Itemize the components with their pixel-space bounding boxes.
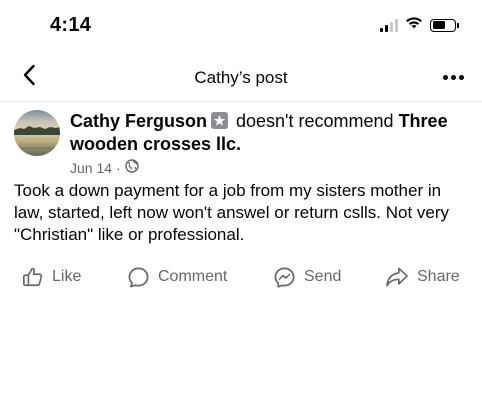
share-button[interactable]: Share: [385, 260, 460, 294]
globe-icon: [125, 159, 139, 176]
status-bar: 4:14: [0, 0, 482, 50]
star-badge-icon: [211, 112, 229, 129]
page-title: Cathy’s post: [194, 68, 288, 87]
speech-bubble-icon: [127, 266, 150, 289]
like-label: Like: [52, 268, 82, 285]
share-arrow-icon: [385, 266, 409, 288]
comment-label: Comment: [158, 268, 228, 285]
status-time: 4:14: [50, 14, 92, 36]
battery-icon: [430, 18, 459, 32]
meta-separator: ·: [116, 159, 121, 176]
post-headline: Cathy Ferguson doesn't recommend Three wo…: [70, 110, 470, 156]
post-actions: Like Comment Send Share: [0, 260, 482, 294]
send-label: Send: [304, 268, 342, 285]
post-date[interactable]: Jun 14: [70, 160, 112, 176]
messenger-icon: [273, 266, 296, 289]
more-options-button[interactable]: [440, 66, 466, 88]
post-header-text: Cathy Ferguson doesn't recommend Three wo…: [70, 110, 470, 176]
avatar[interactable]: [14, 110, 60, 156]
recommendation-verb: doesn't recommend: [236, 111, 394, 131]
share-label: Share: [417, 268, 460, 285]
comment-button[interactable]: Comment: [127, 260, 227, 294]
nav-bar: Cathy’s post: [0, 52, 482, 102]
system-icons: [380, 16, 459, 34]
cellular-signal-icon: [380, 18, 398, 32]
more-horizontal-icon: [442, 74, 448, 80]
wifi-icon: [405, 16, 423, 34]
author-name[interactable]: Cathy Ferguson: [70, 111, 207, 131]
post-header: Cathy Ferguson doesn't recommend Three wo…: [14, 110, 474, 176]
send-button[interactable]: Send: [273, 260, 341, 294]
thumbs-up-icon: [22, 266, 44, 288]
post-meta: Jun 14 ·: [70, 159, 470, 176]
post-body: Took a down payment for a job from my si…: [14, 181, 450, 244]
like-button[interactable]: Like: [22, 260, 81, 294]
